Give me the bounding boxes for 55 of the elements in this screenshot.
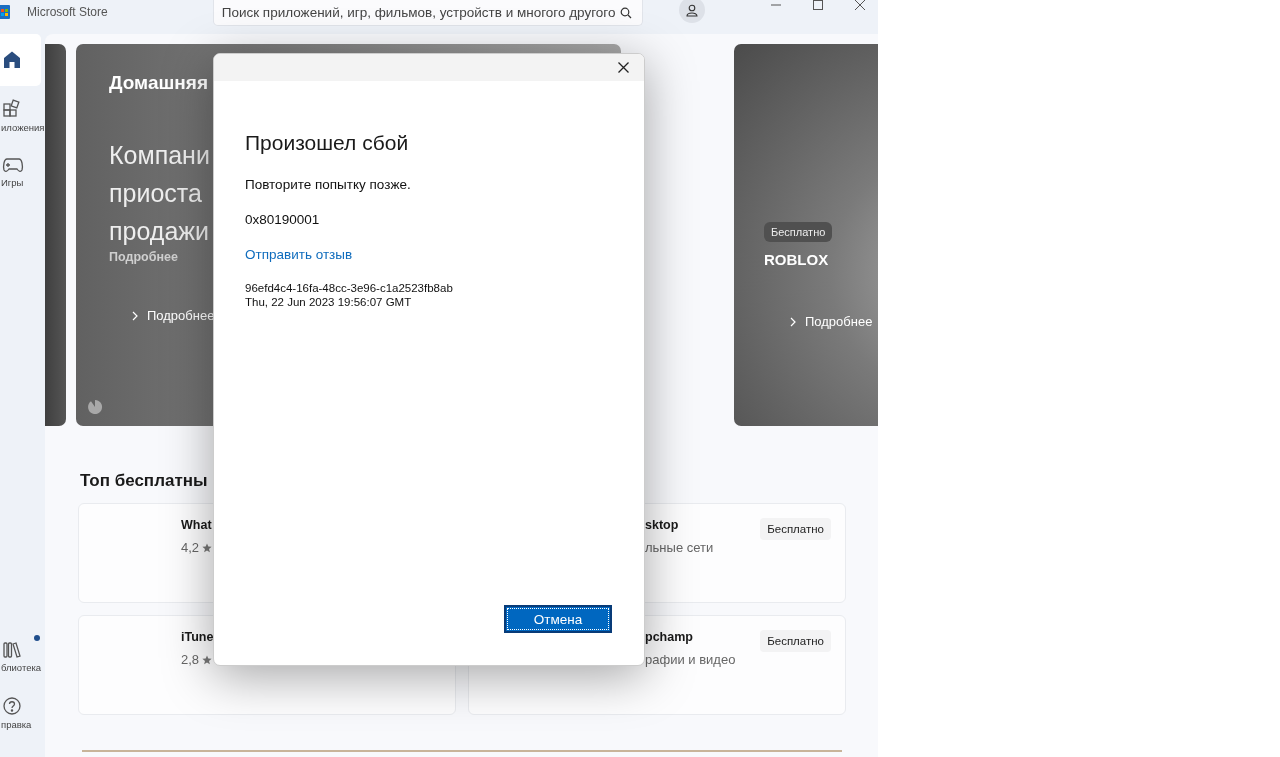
app-name: pchamp: [645, 630, 694, 644]
person-icon: [685, 3, 698, 17]
error-code: 0x80190001: [245, 212, 320, 227]
hero-headline: Компани: [109, 140, 210, 171]
star-icon: [202, 542, 213, 553]
nav-item[interactable]: Игры: [0, 146, 41, 198]
more-link[interactable]: Подробнее: [790, 314, 873, 329]
gamepad-icon: [2, 156, 24, 174]
app-name: sktop: [645, 518, 680, 532]
price-badge: Бесплатно: [760, 518, 831, 540]
feedback-link[interactable]: Отправить отзыв: [245, 247, 353, 262]
cancel-button[interactable]: Отмена: [504, 605, 612, 633]
hero-headline: приоста: [109, 178, 202, 209]
dialog-title: Произошел сбой: [245, 131, 409, 155]
help-icon: [2, 696, 22, 716]
app-category: рафии и видео: [645, 652, 736, 667]
nav-label: правка: [1, 719, 32, 730]
app-title: Microsoft Store: [27, 5, 108, 19]
chevron-icon: [790, 316, 796, 327]
library-icon: [2, 641, 22, 659]
store-logo-icon: [0, 5, 10, 19]
price-badge: Бесплатно: [760, 630, 831, 652]
hero-title: ROBLOX: [764, 251, 829, 268]
rating: 4,2: [181, 540, 200, 555]
error-detail: Thu, 22 Jun 2023 19:56:07 GMT: [245, 296, 413, 308]
hero-banner[interactable]: Бесплатно ROBLOX Подробнее: [734, 44, 878, 426]
account-button[interactable]: [678, 0, 705, 23]
rating: 2,8: [181, 652, 200, 667]
section-title: Топ бесплатны: [80, 471, 209, 491]
hero-eyebrow: Домашняя: [109, 72, 208, 94]
home-icon: [2, 50, 22, 70]
price-badge: Бесплатно: [764, 222, 833, 242]
app-category: льные сети: [645, 540, 714, 555]
error-message: Повторите попытку позже.: [245, 177, 411, 192]
apps-icon: [2, 99, 22, 119]
more-link[interactable]: Подробнее: [132, 308, 215, 323]
nav-label: блиотека: [1, 662, 42, 673]
close-icon[interactable]: [854, 0, 865, 10]
hero-subtitle: Подробнее: [109, 250, 178, 264]
error-detail: 96efd4c4-16fa-48cc-3e96-c1a2523fb8ab: [245, 282, 453, 294]
close-icon[interactable]: [618, 62, 629, 73]
search-field[interactable]: Поиск приложений, игр, фильмов, устройств и многого другого: [212, 0, 643, 26]
hero-headline: продажи: [109, 216, 209, 247]
loading-icon: [87, 399, 103, 415]
star-icon: [202, 654, 213, 665]
app-name: iTune: [181, 630, 214, 644]
app-name: What: [181, 518, 213, 532]
nav-item[interactable]: [0, 34, 41, 86]
nav-label: иложения: [1, 122, 45, 133]
maximize-icon[interactable]: [812, 0, 823, 10]
search-icon[interactable]: [619, 6, 632, 19]
nav-label: Игры: [1, 177, 24, 188]
nav-item[interactable]: правка: [0, 687, 41, 739]
chevron-icon: [132, 310, 138, 321]
nav-item[interactable]: блиотека: [0, 631, 41, 683]
